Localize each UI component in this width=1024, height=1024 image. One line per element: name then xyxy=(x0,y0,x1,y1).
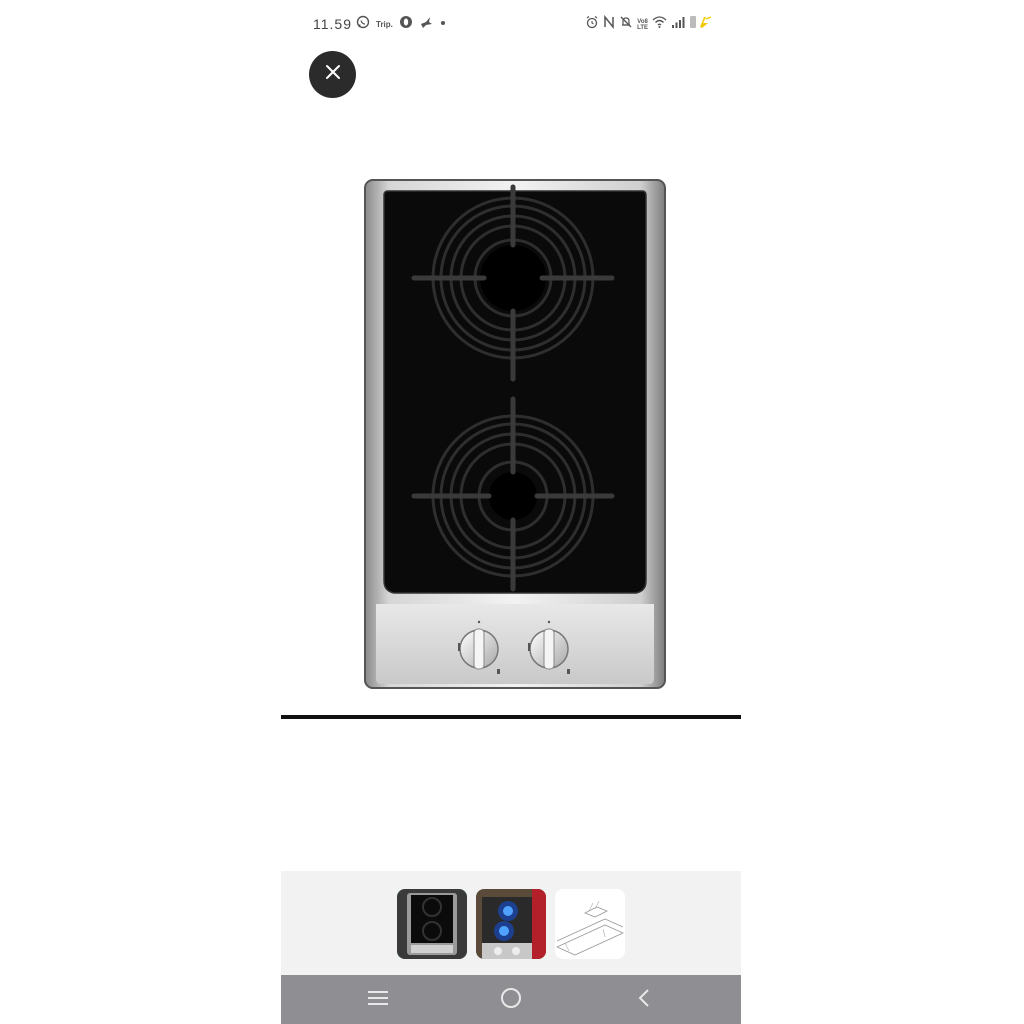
thumbnail-image-install-diagram xyxy=(555,889,625,959)
knob-right xyxy=(529,628,569,670)
whatsapp-icon xyxy=(356,15,370,34)
thumbnail-image-hob-lit xyxy=(476,889,546,959)
nfc-icon xyxy=(603,14,615,34)
dot-icon xyxy=(439,15,447,34)
recents-button[interactable] xyxy=(363,985,393,1015)
recents-icon xyxy=(367,989,389,1012)
alarm-icon xyxy=(585,15,599,34)
mute-icon xyxy=(619,15,633,34)
back-button[interactable] xyxy=(629,985,659,1015)
back-icon xyxy=(637,988,651,1013)
battery-icon xyxy=(689,15,713,34)
volte-icon: Vo8 LTE xyxy=(637,19,648,31)
thumbnail-2[interactable] xyxy=(476,889,546,959)
opera-icon xyxy=(399,15,413,34)
thumbnail-image-hob-front xyxy=(397,889,467,959)
volte-line2: LTE xyxy=(637,24,648,31)
signal-icon xyxy=(671,15,685,34)
image-viewer-screen: 11.59 Trip. Vo8 LTE xyxy=(281,0,741,1024)
gas-hob-illustration xyxy=(364,179,666,689)
status-time: 11.59 xyxy=(313,16,352,32)
thumbnail-1[interactable] xyxy=(397,889,467,959)
notification-icons: Trip. xyxy=(356,15,447,34)
status-bar: 11.59 Trip. Vo8 LTE xyxy=(281,10,741,38)
thumbnail-3[interactable] xyxy=(555,889,625,959)
volte-line1: Vo8 xyxy=(637,18,648,25)
close-button[interactable] xyxy=(309,51,356,98)
home-button[interactable] xyxy=(496,985,526,1015)
system-icons: Vo8 LTE xyxy=(585,14,713,34)
system-navigation-bar xyxy=(281,975,741,1024)
wifi-icon xyxy=(652,15,667,34)
knob-left xyxy=(459,628,499,670)
product-image[interactable] xyxy=(364,179,666,689)
gallery-progress-bar xyxy=(281,715,741,719)
bird-icon xyxy=(419,15,433,34)
trip-label: Trip. xyxy=(376,20,393,29)
close-icon xyxy=(325,64,341,85)
thumbnail-strip xyxy=(281,871,741,975)
home-icon xyxy=(500,987,522,1014)
